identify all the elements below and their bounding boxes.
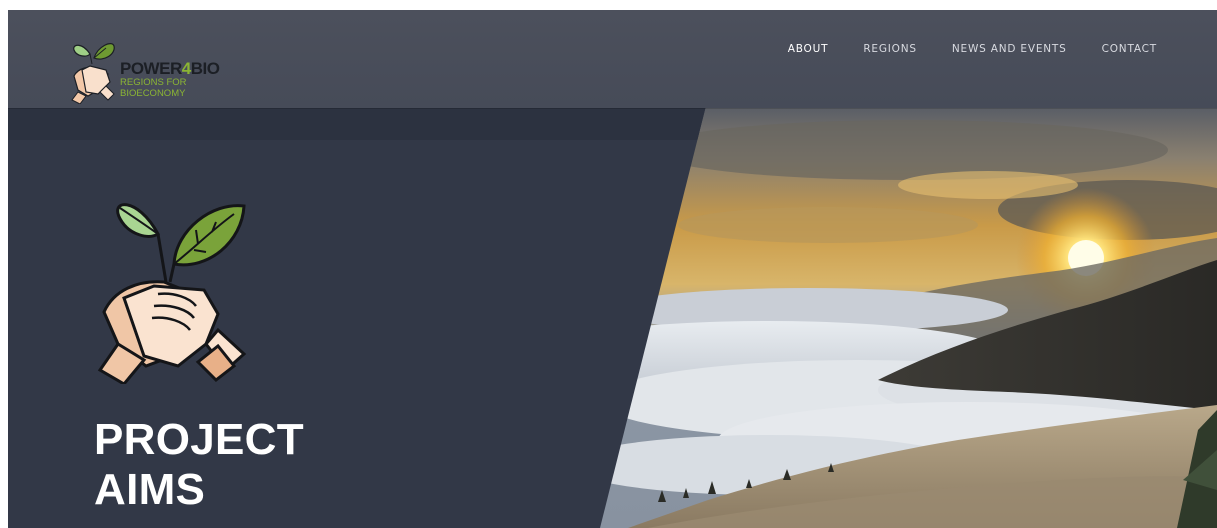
page-title-line1: PROJECT [94, 415, 304, 464]
page-title-line2: AIMS [94, 465, 206, 514]
main-nav: ABOUT REGIONS NEWS AND EVENTS CONTACT [753, 43, 1157, 55]
page-frame: POWER4BIO REGIONS FOR BIOECONOMY ABOUT R… [8, 10, 1217, 528]
brand-logo[interactable]: POWER4BIO REGIONS FOR BIOECONOMY [68, 40, 228, 104]
header-navbar: POWER4BIO REGIONS FOR BIOECONOMY ABOUT R… [8, 10, 1217, 108]
brand-tagline-line1: REGIONS FOR [120, 77, 187, 88]
handshake-leaves-icon [71, 43, 115, 104]
nav-item-contact[interactable]: CONTACT [1102, 43, 1157, 55]
nav-item-news-and-events[interactable]: NEWS AND EVENTS [952, 43, 1067, 55]
nav-item-about[interactable]: ABOUT [788, 43, 829, 55]
brand-tagline-line2: BIOECONOMY [120, 88, 186, 99]
panel-ledge [8, 108, 730, 140]
nav-item-regions[interactable]: REGIONS [863, 43, 917, 55]
brand-name: POWER4BIO [120, 59, 220, 78]
page-title: PROJECT AIMS [94, 415, 304, 515]
brand-wordmark: POWER4BIO REGIONS FOR BIOECONOMY [120, 59, 220, 99]
hero-handshake-leaves-icon [94, 194, 250, 386]
